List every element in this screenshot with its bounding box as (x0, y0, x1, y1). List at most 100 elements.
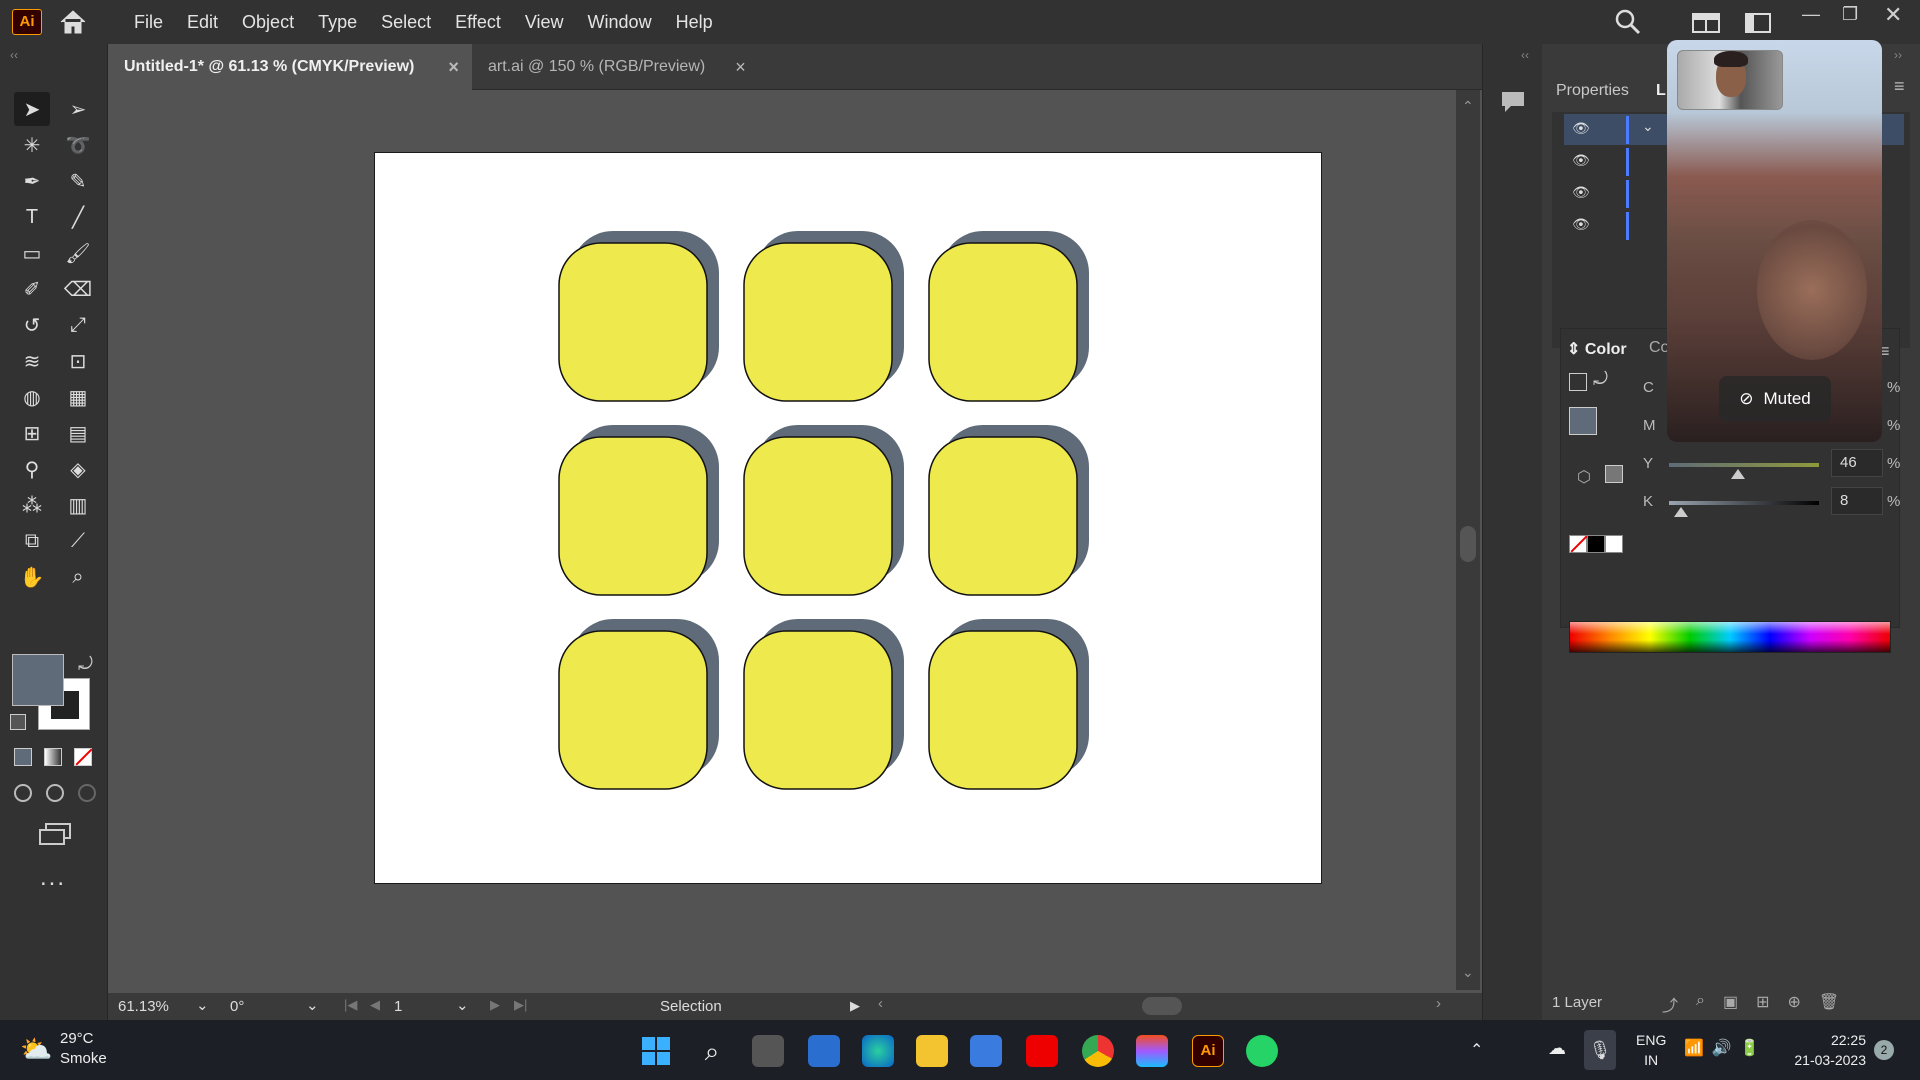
zoom-tool-icon[interactable]: ⌕ (60, 560, 96, 594)
column-graph-tool-icon[interactable]: ▥ (60, 488, 96, 522)
microphone-icon[interactable]: 🎙 (1584, 1030, 1616, 1070)
file-explorer-icon[interactable] (916, 1035, 948, 1067)
figma-icon[interactable] (1136, 1035, 1168, 1067)
video-call-window[interactable]: ⊘ Muted (1667, 40, 1882, 442)
collapse-panels-icon[interactable]: ‹‹ (1521, 48, 1529, 62)
warp-tool-icon[interactable]: ≋ (14, 344, 50, 378)
artboard-number-field[interactable]: 1 (394, 998, 402, 1015)
close-window-icon[interactable]: ✕ (1884, 2, 1902, 28)
black-slider-thumb[interactable] (1674, 507, 1688, 517)
show-hidden-icons[interactable]: ⌃ (1470, 1040, 1483, 1060)
edge-icon[interactable] (862, 1035, 894, 1067)
clipping-mask-icon[interactable]: ▣ (1723, 992, 1738, 1016)
shape-builder-tool-icon[interactable]: ◍ (14, 380, 50, 414)
windows-start-icon[interactable] (640, 1035, 672, 1067)
menu-view[interactable]: View (513, 12, 576, 33)
line-segment-tool-icon[interactable]: ╱ (60, 200, 96, 234)
new-layer-icon[interactable]: ⊕ (1788, 992, 1801, 1016)
artboard-tool-icon[interactable]: ⧉ (14, 524, 50, 558)
weather-desc[interactable]: Smoke (60, 1050, 107, 1067)
yellow-rounded-square[interactable] (743, 436, 893, 596)
task-view-icon[interactable] (752, 1035, 784, 1067)
yellow-slider-thumb[interactable] (1731, 469, 1745, 479)
weather-icon[interactable]: ⛅ (20, 1034, 52, 1065)
microsoft-store-icon[interactable] (970, 1035, 1002, 1067)
locate-object-icon[interactable]: ⌕ (1696, 992, 1705, 1016)
none-swatch[interactable] (1569, 535, 1588, 553)
eraser-tool-icon[interactable]: ⌫ (60, 272, 96, 306)
menu-help[interactable]: Help (664, 12, 725, 33)
rotation-field[interactable]: 0° (230, 998, 244, 1015)
notepad-icon[interactable] (808, 1035, 840, 1067)
yellow-rounded-square[interactable] (928, 436, 1078, 596)
white-swatch[interactable] (1605, 535, 1623, 553)
gradient-mode-icon[interactable] (44, 748, 62, 766)
color-fill-swatch[interactable] (1569, 407, 1597, 435)
lasso-tool-icon[interactable]: ➰ (60, 128, 96, 162)
free-transform-tool-icon[interactable]: ⊡ (60, 344, 96, 378)
tab-art-ai[interactable]: art.ai @ 150 % (RGB/Preview) × (472, 44, 772, 90)
panel-menu-icon[interactable]: ≡ (1894, 76, 1905, 97)
scroll-left-icon[interactable]: ‹ (878, 995, 883, 1012)
onedrive-icon[interactable]: ☁ (1548, 1038, 1566, 1059)
export-icon[interactable]: ⤴ (1662, 992, 1678, 1016)
color-panel-title[interactable]: ⇕ Color (1567, 339, 1627, 359)
pen-tool-icon[interactable]: ✒ (14, 164, 50, 198)
yellow-rounded-square[interactable] (743, 630, 893, 790)
type-tool-icon[interactable]: T (14, 200, 50, 234)
draw-normal-icon[interactable] (14, 784, 32, 802)
gradient-tool-icon[interactable]: ▤ (60, 416, 96, 450)
menu-effect[interactable]: Effect (443, 12, 513, 33)
direct-selection-tool-icon[interactable]: ➢ (60, 92, 96, 126)
self-view-thumbnail[interactable] (1677, 50, 1783, 110)
artboard-dropdown-icon[interactable]: ⌄ (456, 996, 469, 1014)
whatsapp-icon[interactable] (1246, 1035, 1278, 1067)
yellow-rounded-square[interactable] (558, 242, 708, 402)
tab-untitled-1[interactable]: Untitled-1* @ 61.13 % (CMYK/Preview) × (108, 44, 472, 90)
search-taskbar-icon[interactable]: ⌕ (696, 1035, 728, 1067)
scroll-right-icon[interactable]: › (1436, 995, 1441, 1012)
vertical-scrollbar[interactable]: ⌃ ⌄ (1456, 90, 1480, 990)
visibility-eye-icon[interactable]: 👁 (1572, 120, 1590, 137)
black-value-field[interactable]: 8 (1831, 487, 1883, 515)
color-mode-icon[interactable] (14, 748, 32, 766)
yellow-rounded-square[interactable] (928, 242, 1078, 402)
swap-colors-icon[interactable]: ⤾ (1593, 369, 1608, 390)
minimize-icon[interactable]: — (1802, 4, 1820, 25)
system-tray[interactable]: 📶 🔊 🔋 (1684, 1038, 1760, 1058)
paintbrush-tool-icon[interactable]: 🖌 (60, 236, 96, 270)
yellow-slider-track[interactable] (1669, 463, 1819, 467)
tab-properties[interactable]: Properties (1544, 70, 1641, 112)
hand-tool-icon[interactable]: ✋ (14, 560, 50, 594)
language-indicator[interactable]: ENG IN (1636, 1030, 1666, 1070)
next-artboard-icon[interactable]: ▶ (490, 997, 500, 1013)
weather-temp[interactable]: 29°C (60, 1030, 94, 1047)
notification-badge[interactable]: 2 (1874, 1040, 1894, 1060)
yellow-value-field[interactable]: 46 (1831, 449, 1883, 477)
out-of-gamut-icon[interactable]: ⬡ (1577, 467, 1591, 487)
rectangle-tool-icon[interactable]: ▭ (14, 236, 50, 270)
clock[interactable]: 22:25 21-03-2023 (1786, 1030, 1866, 1070)
magic-wand-tool-icon[interactable]: ✳ (14, 128, 50, 162)
blend-tool-icon[interactable]: ◈ (60, 452, 96, 486)
yellow-rounded-square[interactable] (743, 242, 893, 402)
expand-layer-icon[interactable]: ⌄ (1642, 118, 1654, 135)
menu-edit[interactable]: Edit (175, 12, 230, 33)
visibility-eye-icon[interactable]: 👁 (1572, 216, 1590, 233)
black-slider-track[interactable] (1669, 501, 1819, 505)
scroll-down-icon[interactable]: ⌄ (1462, 964, 1474, 981)
symbol-sprayer-tool-icon[interactable]: ⁂ (14, 488, 50, 522)
shaper-tool-icon[interactable]: ✐ (14, 272, 50, 306)
color-spectrum[interactable] (1569, 621, 1891, 653)
prev-artboard-icon[interactable]: ◀ (370, 997, 380, 1013)
search-icon[interactable] (1614, 8, 1642, 41)
default-fill-stroke-icon[interactable] (10, 714, 26, 730)
menu-file[interactable]: File (122, 12, 175, 33)
workspace-switcher-icon[interactable] (1745, 12, 1773, 39)
draw-behind-icon[interactable] (46, 784, 64, 802)
restore-icon[interactable]: ❐ (1842, 4, 1858, 25)
zoom-field[interactable]: 61.13% (118, 998, 169, 1015)
status-menu-icon[interactable]: ▶ (850, 998, 860, 1014)
yellow-rounded-square[interactable] (558, 630, 708, 790)
delete-layer-icon[interactable]: 🗑 (1819, 992, 1839, 1016)
